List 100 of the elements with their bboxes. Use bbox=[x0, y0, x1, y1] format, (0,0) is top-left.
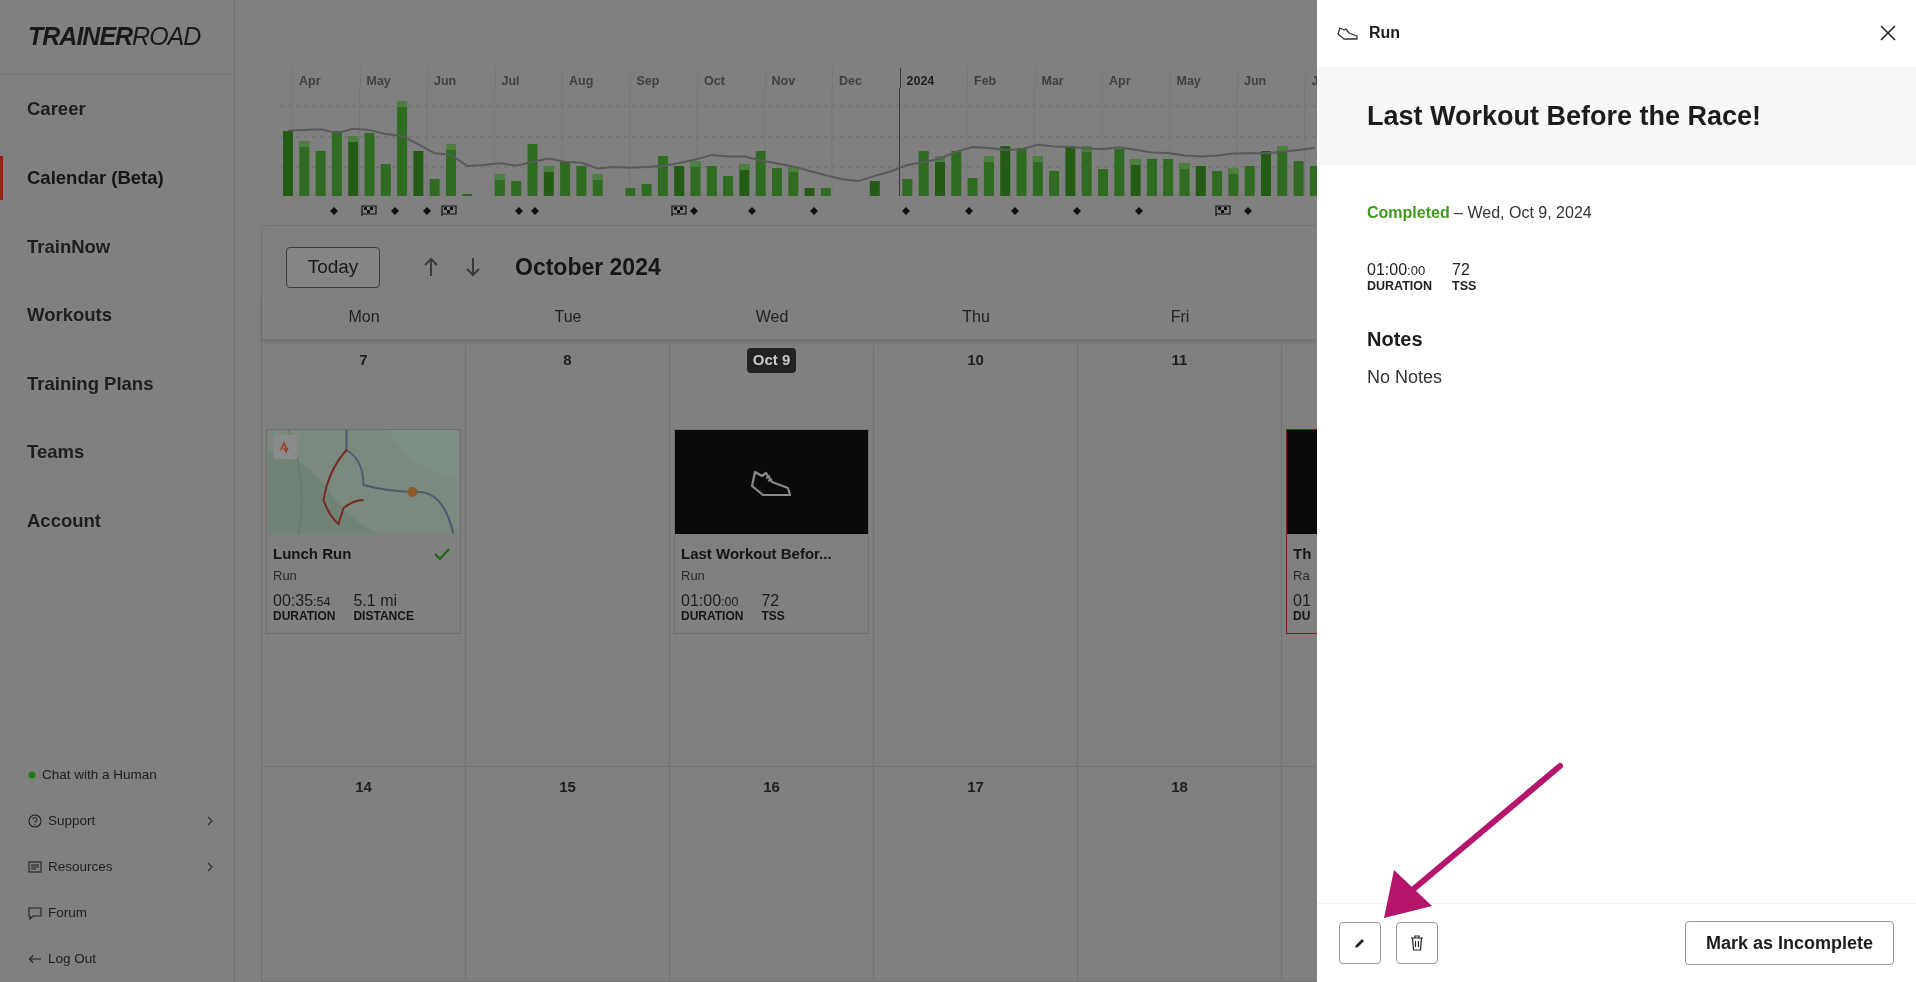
nav-item[interactable]: Calendar (Beta) bbox=[27, 164, 164, 192]
workout-sport: Ra bbox=[1293, 566, 1311, 585]
training-load-bar bbox=[674, 166, 685, 196]
nav-item[interactable]: Account bbox=[27, 507, 101, 535]
sidebar-link[interactable]: Chat with a Human bbox=[42, 764, 157, 786]
today-button[interactable]: Today bbox=[286, 246, 380, 288]
nav-item[interactable]: Workouts bbox=[27, 301, 112, 329]
diamond-marker-icon bbox=[515, 207, 523, 215]
sidebar-link[interactable]: Support bbox=[48, 810, 96, 832]
training-load-bar bbox=[299, 141, 310, 196]
training-load-bar bbox=[446, 144, 456, 196]
sidebar-link[interactable]: Log Out bbox=[48, 948, 97, 970]
stat-label: DURATION bbox=[681, 610, 744, 625]
notes-heading: Notes bbox=[1367, 326, 1424, 352]
day-number: 18 bbox=[1171, 777, 1188, 797]
down-arrow-icon[interactable] bbox=[466, 257, 480, 277]
sidebar-link[interactable]: Resources bbox=[48, 856, 113, 878]
day-number: 8 bbox=[563, 350, 572, 370]
training-load-bar bbox=[1212, 171, 1223, 196]
month-label: 2024 bbox=[906, 74, 935, 88]
nav-item[interactable]: Career bbox=[27, 95, 86, 124]
checkmark-icon bbox=[434, 547, 450, 562]
checkered-flag-icon bbox=[1215, 205, 1231, 217]
month-label: Sep bbox=[636, 74, 660, 88]
workout-card[interactable]: Lunch Run Run 00:35:54 DURATION 5.1 mi DISTANCE bbox=[266, 429, 461, 635]
training-load-bar bbox=[657, 156, 668, 196]
close-icon[interactable] bbox=[1880, 25, 1896, 41]
up-arrow-icon[interactable] bbox=[424, 257, 438, 277]
month-label: Nov bbox=[771, 74, 796, 88]
training-load-bar bbox=[494, 174, 505, 196]
training-load-bar bbox=[1277, 146, 1288, 196]
selection-bar bbox=[0, 155, 3, 201]
diamond-marker-icon bbox=[690, 207, 698, 215]
training-load-bar bbox=[1065, 146, 1076, 196]
today-date-badge: Oct 9 bbox=[746, 348, 797, 373]
chevron-right-icon bbox=[207, 816, 214, 826]
month-label: Dec bbox=[839, 74, 862, 88]
logout-icon bbox=[28, 952, 42, 966]
training-load-bar bbox=[1179, 163, 1190, 196]
mark-incomplete-button[interactable]: Mark as Incomplete bbox=[1684, 921, 1894, 965]
training-load-bar bbox=[1000, 146, 1011, 196]
month-title: October 2024 bbox=[515, 252, 661, 282]
day-number: 15 bbox=[559, 777, 576, 797]
day-number: 11 bbox=[1171, 350, 1188, 370]
month-label: Jul bbox=[501, 74, 520, 88]
month-label: Apr bbox=[1109, 74, 1131, 88]
weekday-label: Wed bbox=[755, 306, 789, 327]
workout-card[interactable]: Th Ra 01 DU bbox=[1286, 429, 1317, 635]
edit-button[interactable] bbox=[1339, 922, 1381, 964]
training-load-bar bbox=[1098, 169, 1108, 196]
diamond-marker-icon bbox=[330, 207, 338, 215]
stat-label: DISTANCE bbox=[353, 610, 414, 625]
training-load-bar bbox=[690, 161, 701, 196]
workout-sport: Run bbox=[681, 566, 706, 585]
weekday-label: Thu bbox=[962, 306, 990, 327]
training-load-bar bbox=[935, 156, 945, 196]
stat-label: TSS bbox=[761, 610, 785, 625]
month-label: Jun bbox=[1244, 74, 1267, 88]
training-load-bar bbox=[1016, 148, 1027, 196]
nav-item[interactable]: Teams bbox=[27, 438, 85, 467]
training-load-bar bbox=[1261, 151, 1271, 196]
shoe-icon bbox=[1337, 26, 1359, 40]
stat-value: 72 bbox=[1452, 261, 1471, 280]
training-load-bar bbox=[560, 161, 571, 196]
training-load-bar bbox=[380, 164, 391, 196]
weekday-label: Tue bbox=[554, 306, 582, 327]
training-load-bar bbox=[331, 131, 342, 196]
training-load-bar bbox=[413, 151, 424, 196]
training-load-bar bbox=[429, 179, 440, 196]
weekday-label: Fri bbox=[1170, 306, 1190, 327]
workout-card[interactable]: Last Workout Befor... Run 01:00:00 DURATION 72 TSS bbox=[674, 429, 869, 635]
training-load-bar bbox=[820, 188, 831, 196]
training-load-bar bbox=[1244, 166, 1255, 196]
chevron-right-icon bbox=[207, 862, 214, 872]
stat-value: 72 bbox=[761, 592, 781, 611]
workout-title: Lunch Run bbox=[273, 544, 352, 564]
month-label: Jun bbox=[434, 74, 457, 88]
stat-label: DURATION bbox=[1367, 279, 1433, 294]
stat-value: 5.1 mi bbox=[353, 592, 398, 611]
training-load-bar bbox=[706, 166, 717, 196]
delete-button[interactable] bbox=[1396, 922, 1438, 964]
day-number: 17 bbox=[967, 777, 984, 797]
checkered-flag-icon bbox=[361, 205, 377, 217]
workout-title: Last Workout Befor... bbox=[681, 544, 832, 564]
nav-item[interactable]: TrainNow bbox=[27, 232, 111, 261]
training-load-bar bbox=[918, 151, 929, 196]
diamond-marker-icon bbox=[423, 207, 431, 215]
trainerroad-logo[interactable]: TRAINERROAD bbox=[28, 18, 201, 56]
diamond-marker-icon bbox=[1244, 207, 1252, 215]
sport-label: Run bbox=[1369, 23, 1401, 43]
training-load-bar bbox=[527, 144, 538, 196]
diamond-marker-icon bbox=[531, 207, 539, 215]
diamond-marker-icon bbox=[391, 207, 399, 215]
sidebar-link[interactable]: Forum bbox=[48, 902, 87, 924]
nav-item[interactable]: Training Plans bbox=[27, 369, 154, 398]
month-label: May bbox=[366, 74, 391, 88]
stat-value: 01 bbox=[1293, 592, 1311, 611]
training-load-bar bbox=[511, 181, 522, 196]
training-load-bar bbox=[869, 181, 880, 196]
pencil-icon bbox=[1354, 937, 1366, 949]
